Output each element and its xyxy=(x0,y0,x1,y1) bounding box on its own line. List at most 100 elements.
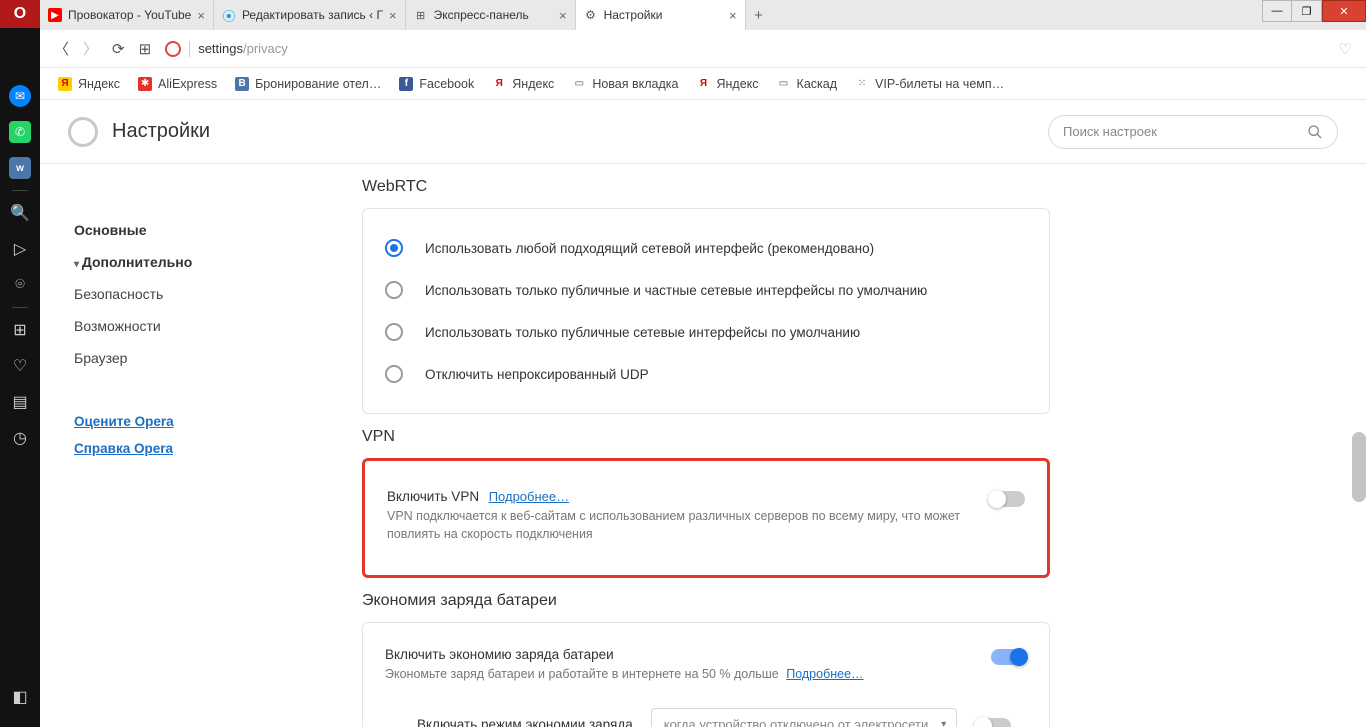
bookmark-item[interactable]: ЯЯндекс xyxy=(58,77,120,91)
bookmark-label: Каскад xyxy=(797,77,837,91)
radio-label: Использовать только публичные и частные … xyxy=(425,283,927,298)
address-path: settings xyxy=(198,41,243,56)
battery-description: Экономьте заряд батареи и работайте в ин… xyxy=(385,667,779,681)
bookmark-item[interactable]: Я Яндекс xyxy=(696,77,758,91)
rail-messenger-icon[interactable]: ✉ xyxy=(0,78,40,114)
battery-toggle[interactable] xyxy=(991,649,1027,665)
bookmark-item[interactable]: fFacebook xyxy=(399,77,474,91)
bookmark-label: VIP-билеты на чемп… xyxy=(875,77,1004,91)
vpn-toggle[interactable] xyxy=(989,491,1025,507)
rail-expand-icon[interactable]: ◧ xyxy=(0,679,40,715)
opera-logo-icon xyxy=(68,117,98,147)
battery-toggle-row: Включить экономию заряда батареи Экономь… xyxy=(385,643,1027,688)
window-minimize-button[interactable]: — xyxy=(1262,0,1292,22)
battery-card: Включить экономию заряда батареи Экономь… xyxy=(362,622,1050,727)
forward-button[interactable]: 〉 xyxy=(83,38,98,59)
rail-news-icon[interactable]: ▤ xyxy=(0,384,40,420)
rail-play-icon[interactable]: ▷ xyxy=(0,231,40,267)
toolbar: 〈 〉 ⟳ ⊞ settings/privacy ♡ xyxy=(40,30,1366,68)
rail-camera-icon[interactable]: ⌾ xyxy=(0,267,40,303)
bookmark-label: AliExpress xyxy=(158,77,217,91)
rail-history-icon[interactable]: ◷ xyxy=(0,420,40,456)
rail-vk-icon[interactable]: w xyxy=(0,150,40,186)
bookmarks-bar: ЯЯндекс ✱AliExpress BБронирование отел… … xyxy=(40,68,1366,100)
tab-close-icon[interactable]: × xyxy=(197,8,205,23)
yandex-icon: Я xyxy=(696,77,710,91)
vpn-more-link[interactable]: Подробнее… xyxy=(489,489,569,504)
vpn-toggle-row: Включить VPN Подробнее… VPN подключается… xyxy=(387,485,1025,547)
battery-mode-toggle[interactable] xyxy=(975,718,1011,727)
rail-heart-icon[interactable]: ♡ xyxy=(0,348,40,384)
rail-search-icon[interactable]: 🔍 xyxy=(0,195,40,231)
window-controls: — ❐ ✕ xyxy=(1262,0,1366,22)
bookmark-label: Яндекс xyxy=(716,77,758,91)
settings-nav: Основные Дополнительно Безопасность Возм… xyxy=(40,164,340,727)
bookmark-item[interactable]: ▭ Новая вкладка xyxy=(572,77,678,91)
document-icon: ▭ xyxy=(572,77,586,91)
radio-label: Отключить непроксированный UDP xyxy=(425,367,649,382)
address-bar[interactable]: settings/privacy xyxy=(165,36,1324,62)
nav-security[interactable]: Безопасность xyxy=(74,278,340,310)
webrtc-option-2[interactable]: Использовать только публичные и частные … xyxy=(385,269,1027,311)
start-page-button[interactable]: ⊞ xyxy=(139,40,152,58)
settings-header: Настройки Поиск настроек xyxy=(40,100,1366,164)
webrtc-option-4[interactable]: Отключить непроксированный UDP xyxy=(385,353,1027,395)
bookmark-label: Бронирование отел… xyxy=(255,77,381,91)
settings-search-input[interactable]: Поиск настроек xyxy=(1048,115,1338,149)
new-tab-button[interactable]: + xyxy=(746,0,772,30)
radio-icon xyxy=(385,281,403,299)
nav-features[interactable]: Возможности xyxy=(74,310,340,342)
heart-bookmark-icon[interactable]: ♡ xyxy=(1339,40,1352,58)
facebook-icon: f xyxy=(399,77,413,91)
bookmark-item[interactable]: ▭Каскад xyxy=(777,77,837,91)
tab-youtube[interactable]: ▶ Провокатор - YouTube × xyxy=(40,0,214,30)
tab-settings[interactable]: ⚙ Настройки × xyxy=(576,0,746,30)
opera-menu-button[interactable]: O xyxy=(0,0,40,28)
webrtc-card: Использовать любой подходящий сетевой ин… xyxy=(362,208,1050,414)
scrollbar-thumb[interactable] xyxy=(1352,432,1366,502)
bookmark-label: Новая вкладка xyxy=(592,77,678,91)
radio-icon xyxy=(385,239,403,257)
bookmark-item[interactable]: ✱ AliExpress xyxy=(138,77,217,91)
tab-title: Провокатор - YouTube xyxy=(68,8,191,22)
search-placeholder: Поиск настроек xyxy=(1063,124,1157,139)
vpn-card: Включить VPN Подробнее… VPN подключается… xyxy=(362,458,1050,578)
tab-close-icon[interactable]: × xyxy=(729,8,737,23)
webrtc-option-1[interactable]: Использовать любой подходящий сетевой ин… xyxy=(385,227,1027,269)
radio-label: Использовать любой подходящий сетевой ин… xyxy=(425,241,874,256)
window-close-button[interactable]: ✕ xyxy=(1322,0,1366,22)
bookmark-item[interactable]: BБронирование отел… xyxy=(235,77,381,91)
nav-browser[interactable]: Браузер xyxy=(74,342,340,374)
bookmark-item[interactable]: ⁙ VIP-билеты на чемп… xyxy=(855,77,1004,91)
tab-close-icon[interactable]: × xyxy=(389,8,397,23)
bookmark-label: Яндекс xyxy=(78,77,120,91)
rail-speed-dial-icon[interactable]: ⊞ xyxy=(0,312,40,348)
sidebar-rail: O ✉ ✆ w 🔍 ▷ ⌾ ⊞ ♡ ▤ ◷ ◧ xyxy=(0,0,40,727)
reload-button[interactable]: ⟳ xyxy=(112,40,125,58)
radio-icon xyxy=(385,365,403,383)
tab-close-icon[interactable]: × xyxy=(559,8,567,23)
aliexpress-icon: ✱ xyxy=(138,77,152,91)
tab-title: Экспресс-панель xyxy=(434,8,553,22)
colored-dots-icon: ⁙ xyxy=(855,77,869,91)
battery-mode-select[interactable]: когда устройство отключено от электросет… xyxy=(651,708,957,727)
nav-advanced[interactable]: Дополнительно xyxy=(74,246,340,278)
tab-title: Редактировать запись ‹ Г xyxy=(242,8,383,22)
settings-content: WebRTC Использовать любой подходящий сет… xyxy=(340,164,1352,727)
webrtc-option-3[interactable]: Использовать только публичные сетевые ин… xyxy=(385,311,1027,353)
rail-whatsapp-icon[interactable]: ✆ xyxy=(0,114,40,150)
battery-label: Включить экономию заряда батареи xyxy=(385,647,614,662)
gear-icon: ⚙ xyxy=(584,8,598,22)
nav-rate-link[interactable]: Оцените Opera xyxy=(74,408,340,435)
tab-speed-dial[interactable]: ⊞ Экспресс-панель × xyxy=(406,0,576,30)
back-button[interactable]: 〈 xyxy=(54,38,69,59)
radio-icon xyxy=(385,323,403,341)
bookmark-item[interactable]: ЯЯндекс xyxy=(492,77,554,91)
tab-strip: ▶ Провокатор - YouTube × ⦿ Редактировать… xyxy=(40,0,1366,30)
nav-main[interactable]: Основные xyxy=(74,214,340,246)
window-maximize-button[interactable]: ❐ xyxy=(1292,0,1322,22)
tab-wordpress[interactable]: ⦿ Редактировать запись ‹ Г × xyxy=(214,0,406,30)
nav-help-link[interactable]: Справка Opera xyxy=(74,435,340,462)
opera-favicon-icon xyxy=(165,41,181,57)
battery-more-link[interactable]: Подробнее… xyxy=(786,667,863,681)
